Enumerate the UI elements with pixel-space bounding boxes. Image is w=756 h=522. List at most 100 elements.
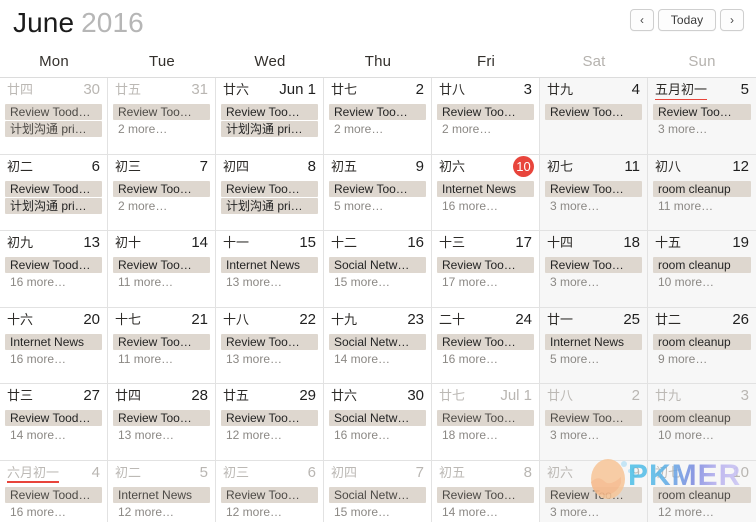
day-cell[interactable]: 廿八 2 Review Too… 3 more… <box>540 384 648 461</box>
more-events-link[interactable]: 13 more… <box>221 274 318 290</box>
more-events-link[interactable]: 12 more… <box>113 504 210 520</box>
event-chip[interactable]: Review Too… <box>329 104 426 120</box>
event-chip[interactable]: Review Too… <box>113 257 210 273</box>
event-chip[interactable]: Review Too… <box>545 410 642 426</box>
more-events-link[interactable]: 3 more… <box>653 121 751 137</box>
event-chip[interactable]: 计划沟通 pri… <box>221 121 318 137</box>
event-chip[interactable]: Social Netw… <box>329 257 426 273</box>
more-events-link[interactable]: 10 more… <box>653 274 751 290</box>
event-chip[interactable]: Internet News <box>113 486 210 503</box>
more-events-link[interactable]: 11 more… <box>113 274 210 290</box>
event-chip[interactable]: Review Tood… <box>5 486 102 503</box>
event-chip[interactable]: Social Netw… <box>329 486 426 503</box>
day-cell[interactable]: 初六 9 Review Too… 3 more… <box>540 460 648 522</box>
day-cell[interactable]: 十六 20 Internet News 16 more… <box>0 307 108 384</box>
day-cell[interactable]: 六月初一 4 Review Tood… 16 more… <box>0 460 108 522</box>
event-chip[interactable]: Review Too… <box>221 486 318 503</box>
event-chip[interactable]: Social Netw… <box>329 410 426 426</box>
more-events-link[interactable]: 3 more… <box>545 504 642 520</box>
event-chip[interactable]: 计划沟通 pri… <box>5 197 102 214</box>
more-events-link[interactable]: 11 more… <box>653 198 751 214</box>
more-events-link[interactable]: 3 more… <box>545 427 642 443</box>
event-chip[interactable]: Review Too… <box>221 104 318 120</box>
event-chip[interactable]: room cleanup <box>653 333 751 350</box>
day-cell[interactable]: 十九 23 Social Netw… 14 more… <box>324 307 432 384</box>
more-events-link[interactable]: 16 more… <box>437 198 534 214</box>
day-cell[interactable]: 十五 19 room cleanup 10 more… <box>648 231 756 308</box>
day-cell[interactable]: 五月初一 5 Review Too… 3 more… <box>648 78 756 155</box>
day-cell[interactable]: 廿四 30 Review Tood… 计划沟通 pri… <box>0 78 108 155</box>
more-events-link[interactable]: 15 more… <box>329 274 426 290</box>
event-chip[interactable]: Review Tood… <box>5 104 102 120</box>
event-chip[interactable]: 计划沟通 pri… <box>5 121 102 137</box>
event-chip[interactable]: Review Too… <box>545 180 642 197</box>
day-cell[interactable]: 廿二 26 room cleanup 9 more… <box>648 307 756 384</box>
event-chip[interactable]: Review Too… <box>221 180 318 197</box>
day-cell[interactable]: 初七 10 room cleanup 12 more… <box>648 460 756 522</box>
event-chip[interactable]: Review Too… <box>113 333 210 350</box>
event-chip[interactable]: Review Too… <box>545 104 642 120</box>
day-cell[interactable]: 初五 8 Review Too… 14 more… <box>432 460 540 522</box>
more-events-link[interactable]: 2 more… <box>329 121 426 137</box>
event-chip[interactable]: Review Tood… <box>5 257 102 273</box>
event-chip[interactable]: Review Too… <box>437 333 534 350</box>
event-chip[interactable]: room cleanup <box>653 486 751 503</box>
more-events-link[interactable]: 12 more… <box>653 504 751 520</box>
day-cell[interactable]: 廿四 28 Review Too… 13 more… <box>108 384 216 461</box>
day-cell[interactable]: 廿三 27 Review Tood… 14 more… <box>0 384 108 461</box>
event-chip[interactable]: Review Too… <box>113 410 210 426</box>
more-events-link[interactable]: 16 more… <box>5 351 102 367</box>
more-events-link[interactable]: 14 more… <box>329 351 426 367</box>
day-cell[interactable]: 初七 11 Review Too… 3 more… <box>540 154 648 231</box>
more-events-link[interactable]: 15 more… <box>329 504 426 520</box>
event-chip[interactable]: Review Too… <box>221 333 318 350</box>
event-chip[interactable]: Review Too… <box>437 410 534 426</box>
more-events-link[interactable]: 2 more… <box>437 121 534 137</box>
day-cell[interactable]: 初四 8 Review Too… 计划沟通 pri… <box>216 154 324 231</box>
day-cell[interactable]: 初六 10 Internet News 16 more… <box>432 154 540 231</box>
more-events-link[interactable]: 5 more… <box>545 351 642 367</box>
day-cell[interactable]: 廿五 31 Review Too… 2 more… <box>108 78 216 155</box>
more-events-link[interactable]: 16 more… <box>5 504 102 520</box>
event-chip[interactable]: 计划沟通 pri… <box>221 197 318 214</box>
event-chip[interactable]: Review Too… <box>437 104 534 120</box>
more-events-link[interactable]: 11 more… <box>113 351 210 367</box>
more-events-link[interactable]: 13 more… <box>221 351 318 367</box>
day-cell[interactable]: 廿八 3 Review Too… 2 more… <box>432 78 540 155</box>
day-cell[interactable]: 廿六 Jun 1 Review Too… 计划沟通 pri… <box>216 78 324 155</box>
day-cell[interactable]: 廿六 30 Social Netw… 16 more… <box>324 384 432 461</box>
day-cell[interactable]: 廿九 3 room cleanup 10 more… <box>648 384 756 461</box>
day-cell[interactable]: 初十 14 Review Too… 11 more… <box>108 231 216 308</box>
event-chip[interactable]: Review Too… <box>437 257 534 273</box>
event-chip[interactable]: Review Too… <box>545 486 642 503</box>
event-chip[interactable]: Internet News <box>5 333 102 350</box>
event-chip[interactable]: Review Too… <box>329 180 426 197</box>
event-chip[interactable]: Internet News <box>221 257 318 273</box>
more-events-link[interactable]: 5 more… <box>329 198 426 214</box>
more-events-link[interactable]: 14 more… <box>437 504 534 520</box>
more-events-link[interactable]: 14 more… <box>5 427 102 443</box>
event-chip[interactable]: Review Too… <box>113 180 210 197</box>
more-events-link[interactable]: 16 more… <box>5 274 102 290</box>
day-cell[interactable]: 廿五 29 Review Too… 12 more… <box>216 384 324 461</box>
day-cell[interactable]: 十一 15 Internet News 13 more… <box>216 231 324 308</box>
event-chip[interactable]: room cleanup <box>653 410 751 426</box>
day-cell[interactable]: 初八 12 room cleanup 11 more… <box>648 154 756 231</box>
more-events-link[interactable]: 16 more… <box>437 351 534 367</box>
day-cell[interactable]: 初五 9 Review Too… 5 more… <box>324 154 432 231</box>
more-events-link[interactable]: 2 more… <box>113 121 210 137</box>
event-chip[interactable]: room cleanup <box>653 257 751 273</box>
event-chip[interactable]: Review Tood… <box>5 180 102 197</box>
more-events-link[interactable]: 13 more… <box>113 427 210 443</box>
more-events-link[interactable]: 12 more… <box>221 427 318 443</box>
day-cell[interactable]: 廿一 25 Internet News 5 more… <box>540 307 648 384</box>
day-cell[interactable]: 初二 6 Review Tood… 计划沟通 pri… <box>0 154 108 231</box>
event-chip[interactable]: Review Tood… <box>5 410 102 426</box>
day-cell[interactable]: 初二 5 Internet News 12 more… <box>108 460 216 522</box>
more-events-link[interactable]: 12 more… <box>221 504 318 520</box>
day-cell[interactable]: 初四 7 Social Netw… 15 more… <box>324 460 432 522</box>
more-events-link[interactable]: 9 more… <box>653 351 751 367</box>
more-events-link[interactable]: 16 more… <box>329 427 426 443</box>
day-cell[interactable]: 初三 7 Review Too… 2 more… <box>108 154 216 231</box>
more-events-link[interactable]: 3 more… <box>545 198 642 214</box>
